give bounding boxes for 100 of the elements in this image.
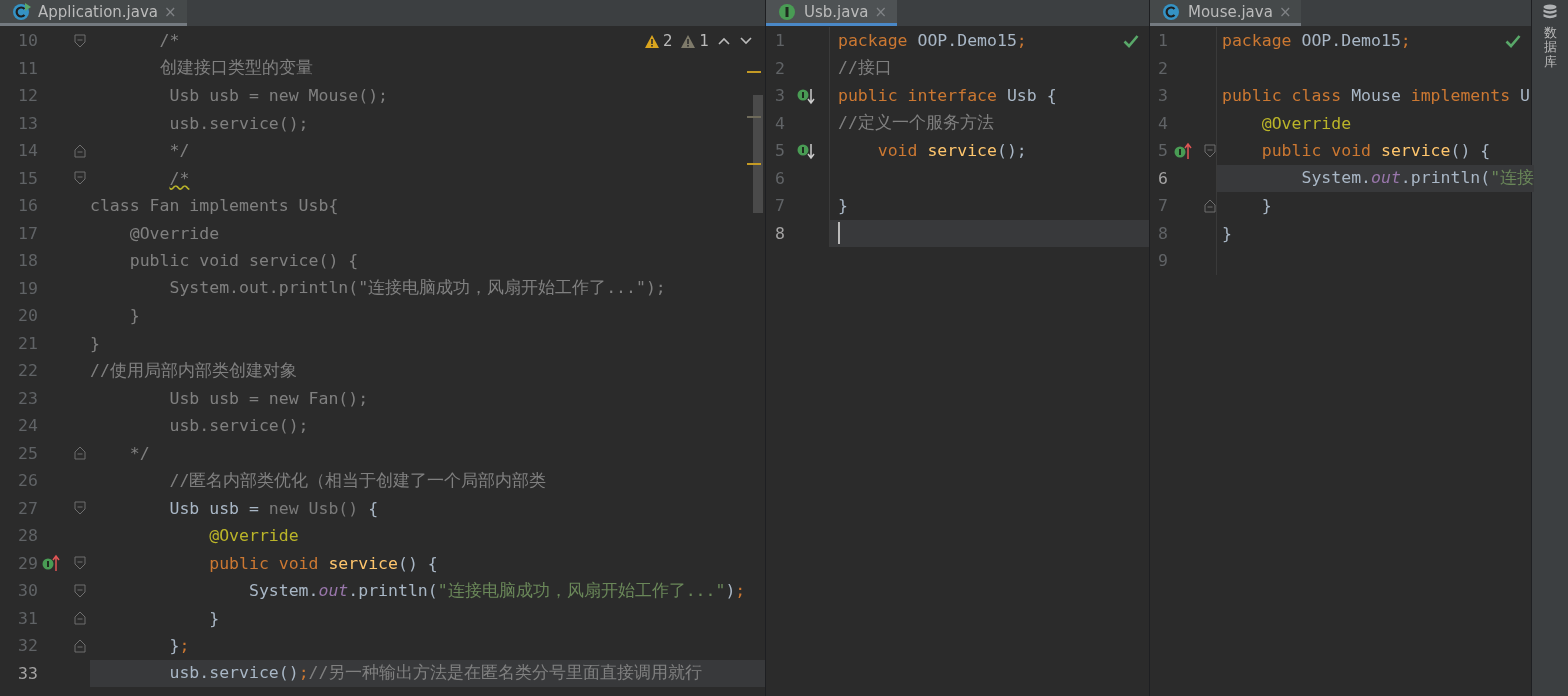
line-number: 8	[775, 223, 786, 243]
fold-icon[interactable]	[74, 501, 86, 516]
overrides-up-icon[interactable]	[1174, 140, 1194, 161]
line-number: 2	[775, 58, 786, 78]
code-editor[interactable]: 1 package OOP.Demo15; 2 //接口 3 public interface Usb { 4 //定义一个服务方法 5 void service(); 6 7 } 8	[766, 26, 1149, 696]
code-line: }	[1222, 223, 1232, 243]
code-line: /*	[158, 31, 180, 51]
line-number: 28	[18, 526, 39, 546]
line-number: 7	[775, 196, 786, 216]
line-number: 11	[18, 58, 39, 78]
line-number: 15	[18, 168, 39, 188]
code-line: System.out.println("连接	[1300, 167, 1535, 190]
code-line: //使用局部内部类创建对象	[90, 359, 297, 382]
line-number: 31	[18, 608, 39, 628]
line-number: 26	[18, 471, 39, 491]
line-number: 4	[1158, 113, 1169, 133]
line-number: 33	[18, 663, 39, 683]
line-number: 14	[18, 141, 39, 161]
code-line: package OOP.Demo15;	[838, 31, 1027, 51]
overrides-up-icon[interactable]	[42, 553, 62, 574]
line-number: 10	[18, 31, 39, 51]
code-line: System.out.println("连接电脑成功，风扇开始工作了...");	[247, 579, 746, 602]
code-line: usb.service();	[168, 416, 309, 436]
previous-icon[interactable]	[717, 36, 731, 46]
scrollbar-thumb[interactable]	[753, 95, 763, 213]
line-number: 1	[1158, 31, 1169, 51]
code-line: Usb usb = new Fan();	[168, 388, 369, 408]
line-number: 30	[18, 581, 39, 601]
line-number: 22	[18, 361, 39, 381]
code-line: };	[168, 636, 190, 656]
code-line: Usb usb = new Mouse();	[168, 86, 388, 106]
line-number: 7	[1158, 196, 1169, 216]
line-number: 6	[1158, 168, 1169, 188]
code-line: }	[90, 333, 100, 353]
fold-icon[interactable]	[74, 171, 86, 186]
line-number: 3	[775, 86, 786, 106]
code-line: 创建接口类型的变量	[158, 57, 313, 80]
code-line: //定义一个服务方法	[838, 112, 994, 135]
code-line: public void service() {	[1260, 141, 1491, 161]
line-number: 24	[18, 416, 39, 436]
line-number: 13	[18, 113, 39, 133]
line-number: 25	[18, 443, 39, 463]
unfold-icon[interactable]	[74, 143, 86, 158]
code-line: public class Mouse implements U	[1222, 86, 1530, 106]
unfold-icon[interactable]	[74, 611, 86, 626]
weak-warning-count[interactable]: 1	[680, 32, 709, 50]
editor-tab[interactable]: Application.java ×	[0, 0, 187, 26]
line-number: 29	[18, 553, 39, 573]
unfold-icon[interactable]	[74, 446, 86, 461]
fold-icon[interactable]	[1204, 143, 1216, 158]
database-tool-tab[interactable]: 数据库	[1543, 26, 1557, 69]
fold-icon[interactable]	[74, 556, 86, 571]
warning-icon	[643, 33, 660, 49]
code-line: }	[208, 608, 220, 628]
line-number: 18	[18, 251, 39, 271]
line-number: 27	[18, 498, 39, 518]
line-number: 3	[1158, 86, 1169, 106]
unfold-icon[interactable]	[1204, 198, 1216, 213]
line-number: 4	[775, 113, 786, 133]
code-line: Usb usb = new Usb() {	[168, 498, 379, 518]
line-number: 5	[775, 141, 786, 161]
text-caret	[838, 222, 840, 245]
code-line: }	[128, 306, 140, 326]
check-icon[interactable]	[1505, 34, 1521, 48]
code-line: @Override	[128, 223, 220, 243]
code-line: @Override	[1260, 113, 1352, 133]
code-line: void service();	[876, 141, 1027, 161]
warning-icon	[680, 33, 697, 49]
code-line: System.out.println("连接电脑成功，风扇开始工作了...");	[168, 277, 666, 300]
code-line: public void service() {	[208, 553, 438, 573]
check-icon[interactable]	[1123, 34, 1139, 48]
code-line: usb.service();//另一种输出方法是在匿名类分号里面直接调用就行	[168, 662, 703, 685]
line-number: 5	[1158, 141, 1169, 161]
code-line: }	[1260, 196, 1272, 216]
editor-tab[interactable]: Mouse.java ×	[1150, 0, 1302, 26]
line-number: 6	[775, 168, 786, 188]
code-line: class Fan implements Usb{	[90, 196, 339, 216]
line-number: 19	[18, 278, 39, 298]
code-line: }	[838, 196, 848, 216]
code-line: package OOP.Demo15;	[1222, 31, 1411, 51]
line-number: 8	[1158, 223, 1169, 243]
warning-count[interactable]: 2	[643, 32, 673, 50]
code-line: /*	[168, 168, 190, 188]
code-line: */	[168, 141, 190, 161]
fold-icon[interactable]	[74, 583, 86, 598]
line-number: 23	[18, 388, 39, 408]
fold-icon[interactable]	[74, 33, 86, 48]
code-line: */	[128, 443, 150, 463]
code-line: public void service() {	[128, 251, 359, 271]
code-line: //匿名内部类优化（相当于创建了一个局部内部类	[168, 469, 547, 492]
next-icon[interactable]	[739, 36, 753, 46]
code-line: public interface Usb {	[838, 86, 1057, 106]
code-line: usb.service();	[168, 113, 309, 133]
editor-tab[interactable]: Usb.java ×	[766, 0, 898, 26]
unfold-icon[interactable]	[74, 638, 86, 653]
line-number: 1	[775, 31, 786, 51]
line-number: 2	[1158, 58, 1169, 78]
line-number: 20	[18, 306, 39, 326]
line-number: 12	[18, 86, 39, 106]
line-number: 9	[1158, 251, 1169, 271]
